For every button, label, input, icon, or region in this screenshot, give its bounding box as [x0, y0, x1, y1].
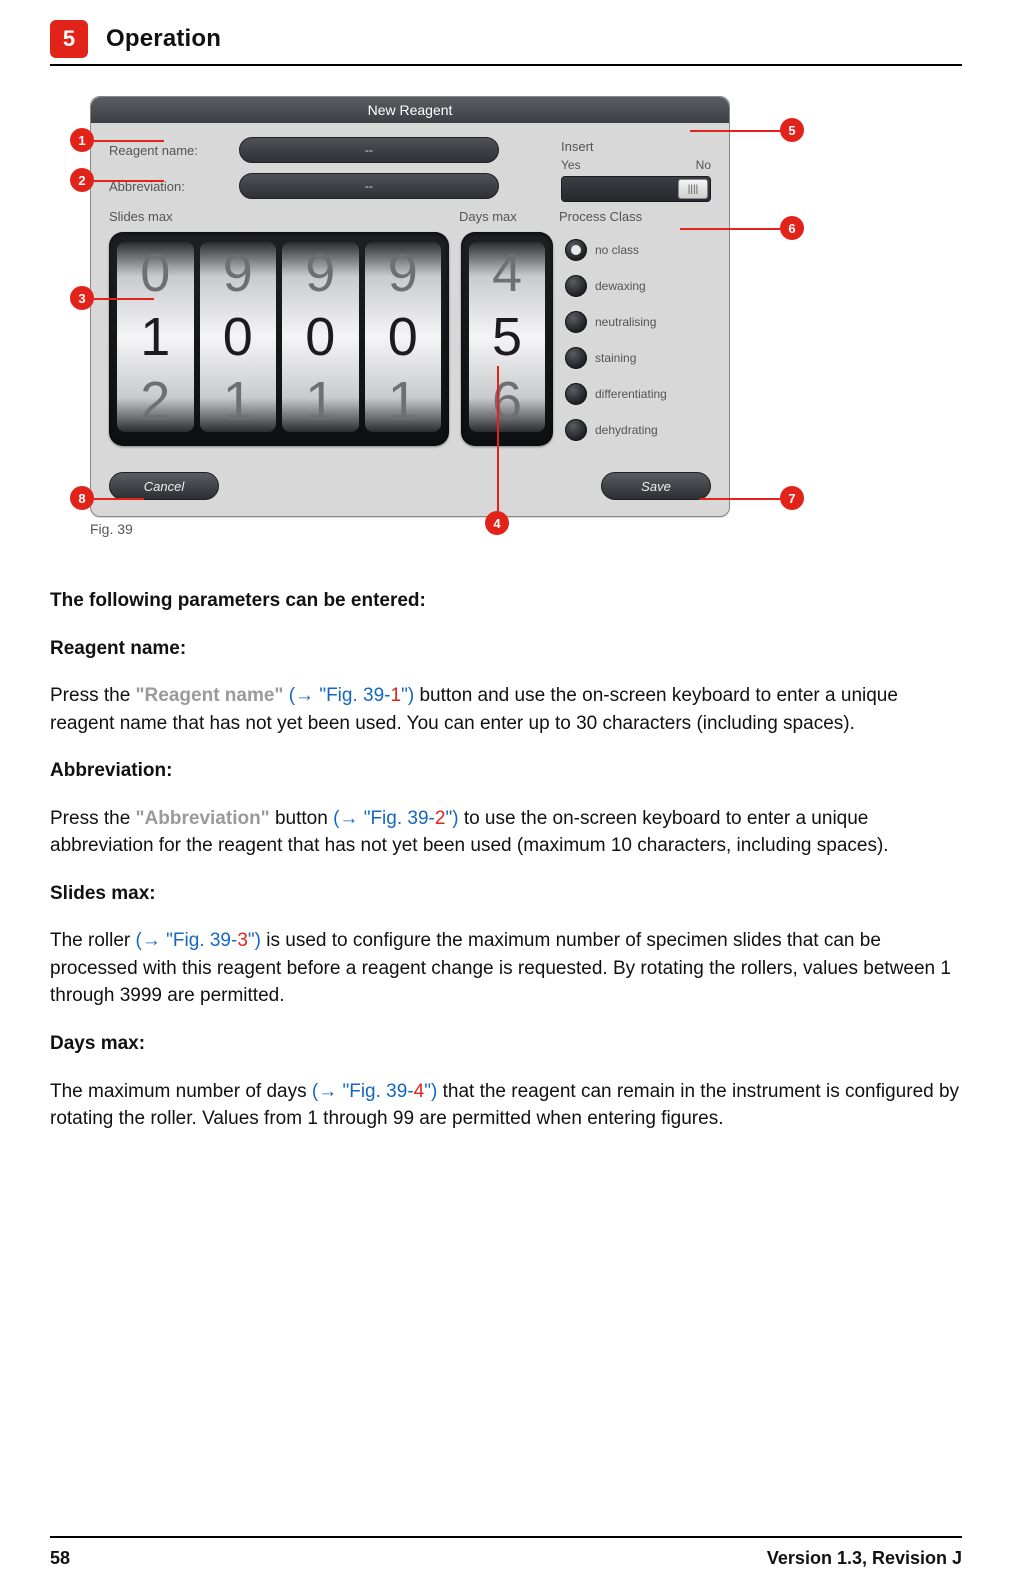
heading-abbreviation: Abbreviation: [50, 757, 962, 785]
digit: 1 [388, 369, 418, 432]
process-class-option[interactable]: dewaxing [565, 270, 711, 302]
insert-no-label: No [696, 158, 711, 172]
figure-39: 1 2 3 4 5 6 7 8 New Reagent Reagent name… [90, 96, 962, 537]
version-label: Version 1.3, Revision J [767, 1548, 962, 1569]
body-text: The following parameters can be entered:… [50, 587, 962, 1133]
radio-icon [565, 347, 587, 369]
callout-line [94, 140, 164, 142]
chapter-title: Operation [106, 25, 221, 53]
callout-8: 8 [70, 486, 94, 510]
wheel[interactable]: 4 5 6 [469, 242, 545, 432]
abbreviation-input[interactable]: -- [239, 173, 499, 199]
reagent-name-label: Reagent name: [109, 143, 229, 158]
wheel[interactable]: 0 1 2 [117, 242, 194, 432]
callout-line [700, 498, 780, 500]
digit: 1 [305, 369, 335, 432]
insert-label: Insert [561, 139, 711, 154]
process-class-label-text: neutralising [595, 315, 656, 329]
digit: 9 [223, 242, 253, 305]
digit: 0 [388, 305, 418, 369]
radio-icon [565, 383, 587, 405]
insert-toggle[interactable]: |||| [561, 176, 711, 202]
digit: 2 [140, 369, 170, 432]
paragraph-slides-max: The roller (→ "Fig. 39-3") is used to co… [50, 927, 962, 1010]
digit: 9 [305, 242, 335, 305]
callout-line [497, 366, 499, 511]
heading-days-max: Days max: [50, 1030, 962, 1058]
callout-line [94, 180, 164, 182]
digit: 9 [388, 242, 418, 305]
device-panel: New Reagent Reagent name: -- Abbreviatio… [90, 96, 730, 517]
process-class-option[interactable]: differentiating [565, 378, 711, 410]
page-number: 58 [50, 1548, 70, 1569]
process-class-label-text: staining [595, 351, 636, 365]
process-class-list: no class dewaxing neutralising stai [565, 232, 711, 446]
page-footer: 58 Version 1.3, Revision J [50, 1536, 962, 1569]
paragraph-abbreviation: Press the "Abbreviation" button (→ "Fig.… [50, 805, 962, 860]
radio-icon [565, 419, 587, 441]
callout-line [680, 228, 780, 230]
callout-7: 7 [780, 486, 804, 510]
slides-max-roller[interactable]: 0 1 2 9 0 1 9 0 1 [109, 232, 449, 446]
callout-4: 4 [485, 511, 509, 535]
process-class-option[interactable]: neutralising [565, 306, 711, 338]
cancel-button[interactable]: Cancel [109, 472, 219, 500]
process-class-option[interactable]: no class [565, 234, 711, 266]
wheel[interactable]: 9 0 1 [282, 242, 359, 432]
process-class-option[interactable]: staining [565, 342, 711, 374]
digit: 0 [140, 242, 170, 305]
callout-line [690, 130, 780, 132]
paragraph-reagent-name: Press the "Reagent name" (→ "Fig. 39-1")… [50, 682, 962, 737]
heading-reagent-name: Reagent name: [50, 635, 962, 663]
digit: 1 [223, 369, 253, 432]
insert-yes-label: Yes [561, 158, 581, 172]
toggle-handle-icon: |||| [678, 179, 708, 199]
callout-5: 5 [780, 118, 804, 142]
reagent-name-input[interactable]: -- [239, 137, 499, 163]
process-class-label-text: dehydrating [595, 423, 658, 437]
radio-icon [565, 311, 587, 333]
process-class-label-text: dewaxing [595, 279, 646, 293]
process-class-label-text: no class [595, 243, 639, 257]
dialog-title: New Reagent [91, 97, 729, 123]
digit: 0 [223, 305, 253, 369]
header-divider [50, 64, 962, 66]
digit: 1 [140, 305, 170, 369]
callout-line [94, 298, 154, 300]
slides-max-label: Slides max [109, 209, 459, 224]
radio-icon [565, 239, 587, 261]
callout-3: 3 [70, 286, 94, 310]
chapter-number-tab: 5 [50, 20, 88, 58]
radio-icon [565, 275, 587, 297]
heading-slides-max: Slides max: [50, 880, 962, 908]
wheel[interactable]: 9 0 1 [200, 242, 277, 432]
callout-line [94, 498, 144, 500]
digit: 4 [492, 242, 522, 305]
digit: 5 [492, 305, 522, 369]
process-class-label: Process Class [559, 209, 711, 224]
callout-6: 6 [780, 216, 804, 240]
callout-2: 2 [70, 168, 94, 192]
process-class-option[interactable]: dehydrating [565, 414, 711, 446]
save-button[interactable]: Save [601, 472, 711, 500]
days-max-roller[interactable]: 4 5 6 [461, 232, 553, 446]
callout-1: 1 [70, 128, 94, 152]
intro-heading: The following parameters can be entered: [50, 587, 962, 615]
figure-caption: Fig. 39 [90, 521, 962, 537]
process-class-label-text: differentiating [595, 387, 667, 401]
days-max-label: Days max [459, 209, 559, 224]
paragraph-days-max: The maximum number of days (→ "Fig. 39-4… [50, 1078, 962, 1133]
digit: 0 [305, 305, 335, 369]
page-header: 5 Operation [50, 20, 962, 58]
wheel[interactable]: 9 0 1 [365, 242, 442, 432]
